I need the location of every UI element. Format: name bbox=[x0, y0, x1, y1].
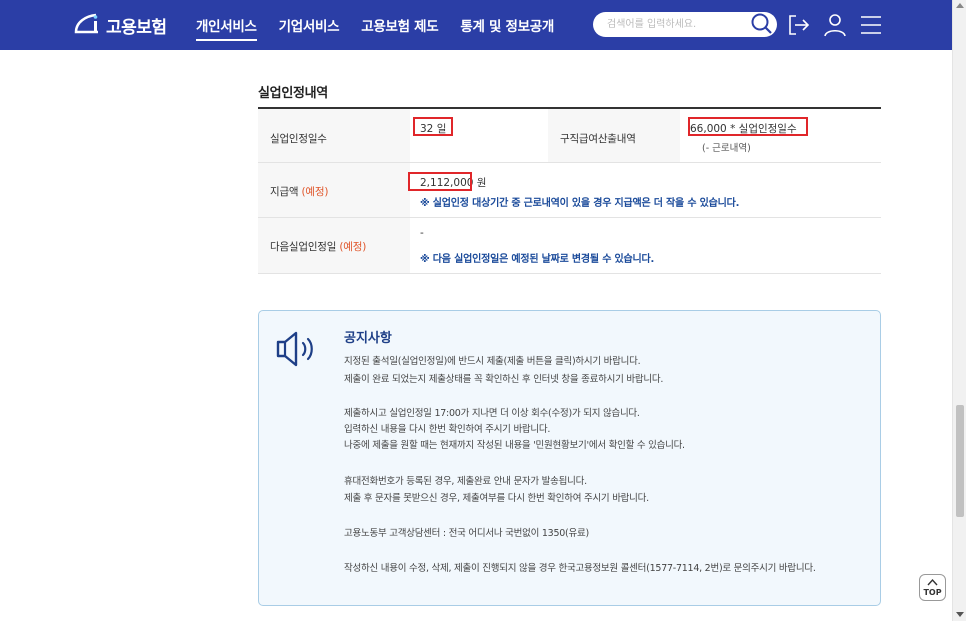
search-input[interactable] bbox=[607, 16, 737, 33]
notice-title: 공지사항 bbox=[344, 331, 392, 346]
vertical-scrollbar[interactable] bbox=[952, 0, 966, 621]
search-icon[interactable] bbox=[750, 12, 774, 36]
top-label: TOP bbox=[923, 588, 942, 597]
row-header-cell: 실업인정일수 bbox=[258, 109, 410, 162]
logo-text: 고용보험 bbox=[106, 17, 167, 38]
row-payment: 지급액 (예정) 2,112,000 원 ※ 실업인정 대상기간 중 근로내역이… bbox=[258, 163, 881, 218]
top-header: 고용보험 개인서비스 기업서비스 고용보험 제도 통계 및 정보공개 bbox=[0, 0, 966, 50]
next-label: 다음실업인정일 (예정) bbox=[270, 239, 366, 254]
notice-line: 제출 후 문자를 못받으신 경우, 제출여부를 다시 한번 확인하여 주시기 바… bbox=[344, 493, 649, 504]
scroll-down-arrow-icon[interactable] bbox=[956, 612, 964, 617]
row-header-cell: 다음실업인정일 (예정) bbox=[258, 218, 410, 273]
notice-line: 고용노동부 고객상담센터 : 전국 어디서나 국번없이 1350(유료) bbox=[344, 528, 589, 539]
row-header-cell: 지급액 (예정) bbox=[258, 163, 410, 217]
amount-label-text: 지급액 bbox=[270, 186, 299, 198]
scrollbar-thumb[interactable] bbox=[956, 405, 964, 517]
notice-line: 나중에 제출을 원할 때는 현재까지 작성된 내용을 '민원현황보기'에서 확인… bbox=[344, 440, 685, 451]
amount-note: ※ 실업인정 대상기간 중 근로내역이 있을 경우 지급액은 더 작을 수 있습… bbox=[420, 198, 740, 209]
notice-line: 휴대전화번호가 등록된 경우, 제출완료 안내 문자가 발송됩니다. bbox=[344, 476, 587, 487]
next-note: ※ 다음 실업인정일은 예정된 날짜로 변경될 수 있습니다. bbox=[420, 254, 655, 265]
menu-icon[interactable] bbox=[858, 12, 884, 38]
logo-mark-icon bbox=[74, 13, 98, 34]
row-next-date: 다음실업인정일 (예정) - ※ 다음 실업인정일은 예정된 날짜로 변경될 수… bbox=[258, 218, 881, 274]
highlight-amount bbox=[408, 172, 472, 191]
next-expect: (예정) bbox=[339, 241, 367, 253]
user-icon[interactable] bbox=[822, 12, 848, 38]
nav-personal-service[interactable]: 개인서비스 bbox=[196, 15, 257, 41]
notice-line: 지정된 출석일(실업인정일)에 반드시 제출(제출 버튼을 클릭)하시기 바랍니… bbox=[344, 356, 641, 367]
nav-insurance-system[interactable]: 고용보험 제도 bbox=[361, 15, 438, 41]
calc-sub: (- 근로내역) bbox=[702, 143, 751, 154]
next-value: - bbox=[420, 227, 424, 239]
main-nav: 개인서비스 기업서비스 고용보험 제도 통계 및 정보공개 bbox=[196, 15, 554, 41]
next-label-text: 다음실업인정일 bbox=[270, 241, 337, 253]
highlight-days bbox=[413, 117, 453, 136]
calc-label: 구직급여산출내역 bbox=[560, 133, 636, 145]
highlight-calc bbox=[688, 117, 808, 136]
speaker-icon bbox=[276, 331, 313, 367]
scroll-up-arrow-icon[interactable] bbox=[956, 3, 964, 8]
row-header-cell-2: 구직급여산출내역 bbox=[548, 109, 680, 162]
notice-line: 제출하시고 실업인정일 17:00가 지나면 더 이상 회수(수정)가 되지 않… bbox=[344, 408, 640, 419]
nav-statistics[interactable]: 통계 및 정보공개 bbox=[460, 15, 554, 41]
logo[interactable]: 고용보험 bbox=[72, 12, 167, 38]
section-title: 실업인정내역 bbox=[258, 86, 328, 101]
notice-line: 입력하신 내용을 다시 한번 확인하여 주시기 바랍니다. bbox=[344, 424, 551, 435]
login-icon[interactable] bbox=[786, 12, 812, 38]
chevron-up-icon bbox=[927, 578, 938, 586]
amount-expect: (예정) bbox=[301, 186, 329, 198]
days-label: 실업인정일수 bbox=[270, 133, 327, 145]
notice-line: 작성하신 내용이 수정, 삭제, 제출이 진행되지 않을 경우 한국고용정보원 … bbox=[344, 563, 816, 574]
scroll-to-top-button[interactable]: TOP bbox=[919, 574, 946, 601]
amount-label: 지급액 (예정) bbox=[270, 184, 328, 199]
nav-business-service[interactable]: 기업서비스 bbox=[279, 15, 340, 41]
notice-line: 제출이 완료 되었는지 제출상태를 꼭 확인하신 후 인터넷 창을 종료하시기 … bbox=[344, 374, 664, 385]
